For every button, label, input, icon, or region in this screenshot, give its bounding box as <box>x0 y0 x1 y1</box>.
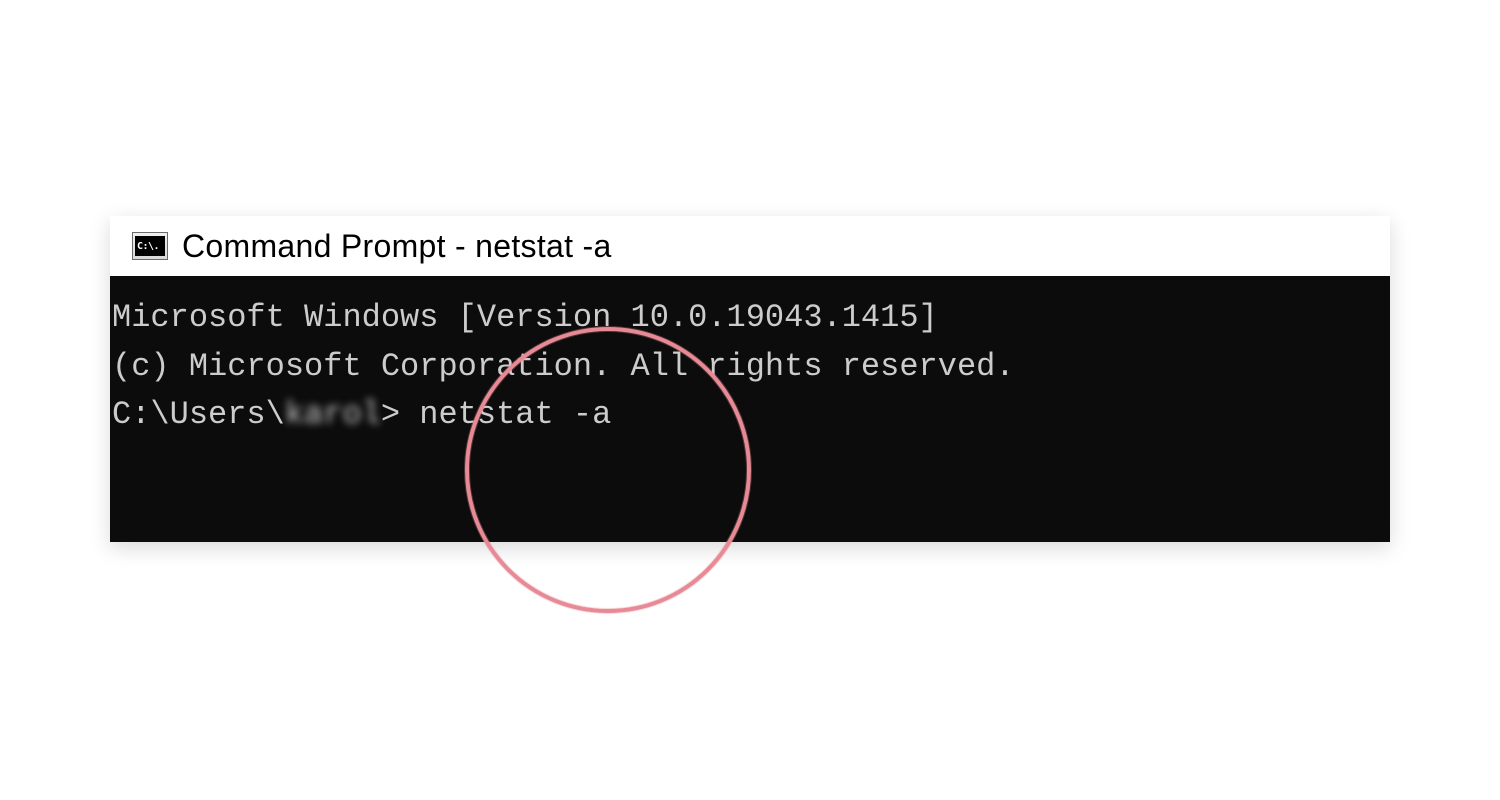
terminal-line-copyright: (c) Microsoft Corporation. All rights re… <box>110 343 1390 392</box>
terminal-command: netstat -a <box>419 396 611 433</box>
prompt-path-prefix: C:\Users\ <box>112 396 285 433</box>
window-title: Command Prompt - netstat -a <box>182 228 612 265</box>
terminal-body[interactable]: Microsoft Windows [Version 10.0.19043.14… <box>110 276 1390 542</box>
terminal-line-version: Microsoft Windows [Version 10.0.19043.14… <box>110 294 1390 343</box>
command-prompt-icon: C:\. <box>132 232 168 260</box>
command-prompt-window: C:\. Command Prompt - netstat -a Microso… <box>110 216 1390 542</box>
prompt-username-blurred: karol <box>285 396 381 433</box>
terminal-prompt-line: C:\Users\karol> netstat -a <box>110 391 1390 440</box>
command-prompt-icon-glyph: C:\. <box>135 236 165 256</box>
prompt-suffix: > <box>381 396 419 433</box>
window-titlebar[interactable]: C:\. Command Prompt - netstat -a <box>110 216 1390 276</box>
